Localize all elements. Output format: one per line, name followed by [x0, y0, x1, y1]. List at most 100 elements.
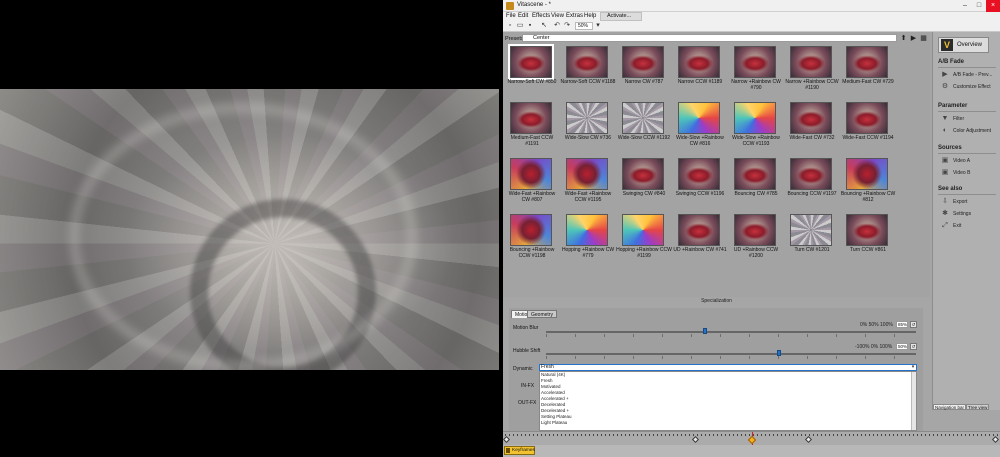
hubble-shift-slider-thumb[interactable] [777, 350, 782, 356]
menu-effects[interactable]: Effects [532, 13, 550, 19]
preset-thumbnail[interactable]: Wide-Fast +Rainbow CCW #1195 [564, 158, 614, 210]
nav-item[interactable]: ⚙ Customize Effect [941, 82, 997, 92]
preset-preview-image [790, 46, 832, 78]
motion-blur-slider-thumb[interactable] [703, 328, 708, 334]
preset-label: Swinging CW #840 [622, 191, 666, 197]
preset-thumbnail[interactable]: Narrow-Soft CW #850 [508, 44, 558, 98]
preset-thumbnail[interactable]: Bouncing +Rainbow CCW #1198 [508, 214, 558, 266]
section-title: Parameter [938, 103, 968, 109]
preset-thumbnail[interactable]: Wide-Slow +Rainbow CCW #1193 [732, 102, 782, 154]
hubble-shift-reset-button[interactable]: ↺ [910, 343, 917, 350]
motion-blur-presets[interactable]: 0% 50% 100% [860, 322, 893, 328]
minimize-button[interactable]: – [958, 0, 972, 12]
motion-blur-reset-button[interactable]: ↺ [910, 321, 917, 328]
new-file-icon[interactable]: ▫ [506, 22, 514, 30]
save-file-icon[interactable]: ▪ [526, 22, 534, 30]
open-file-icon[interactable]: ▭ [516, 22, 524, 30]
preset-thumbnail[interactable]: Bouncing CW #785 [732, 158, 782, 210]
app-icon [506, 2, 514, 10]
preview-frame [0, 89, 499, 370]
maximize-button[interactable]: □ [972, 0, 986, 12]
preset-thumbnail[interactable]: Wide-Slow CW #736 [564, 102, 614, 154]
section-divider [938, 111, 996, 112]
nav-item[interactable]: ◐ Color Adjustment [941, 126, 997, 136]
preset-preview-image [734, 46, 776, 78]
nav-item[interactable]: ⇩ Export [941, 197, 997, 207]
preset-thumbnail[interactable]: UD +Rainbow CW #741 [673, 214, 727, 266]
preset-thumbnail[interactable]: Bouncing CCW #1197 [787, 158, 838, 210]
menu-file[interactable]: File [506, 13, 516, 19]
nav-item-label: Export [953, 199, 968, 205]
nav-item[interactable]: ▶ A/B Fade - Prev... [941, 70, 997, 80]
preset-thumbnail[interactable]: Wide-Fast CCW #1194 [842, 102, 894, 154]
undo-icon[interactable]: ↶ [553, 22, 561, 30]
hubble-shift-slider-track[interactable] [546, 353, 916, 355]
current-keyframe-marker[interactable] [747, 435, 757, 445]
preset-thumbnail[interactable]: Wide-Fast CW #732 [788, 102, 838, 154]
preset-thumbnail[interactable]: Medium-Fast CW #729 [842, 46, 894, 98]
nav-item[interactable]: ▣ Video A [941, 156, 997, 166]
menu-extras[interactable]: Extras [566, 13, 583, 19]
tab-tree-view[interactable]: Tree view [966, 404, 990, 410]
preset-thumbnail[interactable]: Wide-Fast +Rainbow CW #807 [508, 158, 558, 210]
preset-thumbnail[interactable]: Wide-Slow +Rainbow CW #816 [676, 102, 726, 154]
menu-help[interactable]: Help [584, 13, 596, 19]
preset-thumbnail[interactable]: Narrow +Rainbow CCW #1190 [785, 46, 839, 98]
preset-thumbnail[interactable]: Turn CW #1201 [788, 214, 838, 266]
video-preview-panel [0, 0, 503, 457]
chevron-down-icon[interactable]: ▾ [910, 365, 916, 370]
presets-category-select[interactable]: Center [522, 34, 897, 42]
keyframe-marker[interactable] [691, 435, 700, 444]
screen: Vitascene - * – □ × File Edit Effects Vi… [0, 0, 1000, 457]
redo-icon[interactable]: ↷ [563, 22, 571, 30]
dynamic-select[interactable]: Fresh ▾ [539, 364, 917, 371]
menu-view[interactable]: View [551, 13, 564, 19]
dropdown-scrollbar[interactable] [911, 372, 916, 430]
tab-geometry[interactable]: Geometry [527, 310, 557, 318]
close-button[interactable]: × [986, 0, 1000, 12]
preset-thumbnail[interactable]: Swinging CCW #1196 [676, 158, 726, 210]
menu-edit[interactable]: Edit [518, 13, 528, 19]
keyframe-marker[interactable] [804, 435, 813, 444]
vitascene-logo-icon: V [941, 39, 953, 51]
overview-button[interactable]: V Overview [938, 37, 989, 53]
nav-item[interactable]: ✱ Settings [941, 209, 997, 219]
pointer-icon[interactable]: ↖ [540, 22, 548, 30]
preset-thumbnail[interactable]: Hopping +Rainbow CW #779 [562, 214, 614, 266]
nav-item-label: Color Adjustment [953, 128, 992, 134]
motion-blur-slider-track[interactable] [546, 331, 916, 333]
next-icon[interactable]: ▶ [909, 34, 918, 43]
timeline[interactable] [502, 431, 1000, 446]
motion-blur-value[interactable]: 85% [896, 321, 908, 328]
nav-item-label: Video B [953, 170, 971, 176]
keyframe-marker[interactable] [991, 435, 1000, 444]
preset-thumbnail[interactable]: Medium-Fast CCW #1191 [508, 102, 558, 154]
grid-view-icon[interactable]: ▦ [919, 34, 928, 43]
preset-thumbnail[interactable]: Narrow CW #787 [620, 46, 670, 98]
nav-item[interactable]: ⤢ Exit [941, 221, 997, 231]
nav-item[interactable]: ▣ Video B [941, 168, 997, 178]
preset-thumbnail[interactable]: Wide-Slow CCW #1192 [618, 102, 670, 154]
up-arrow-icon[interactable]: ⬆ [899, 34, 908, 43]
out-fx-label: OUT-FX [518, 400, 537, 406]
preset-thumbnail[interactable]: Narrow-Soft CCW #1188 [561, 46, 615, 98]
preset-thumbnail[interactable]: Turn CCW #861 [844, 214, 894, 266]
hubble-shift-presets[interactable]: -100% 0% 100% [855, 344, 892, 350]
preset-thumbnail[interactable]: Bouncing +Rainbow CW #812 [841, 158, 895, 210]
activate-button[interactable]: Activate... [600, 12, 642, 21]
preset-thumbnail[interactable]: Narrow CCW #1189 [676, 46, 726, 98]
zoom-dropdown-icon[interactable]: ▾ [594, 22, 602, 30]
hubble-shift-value[interactable]: 50% [896, 343, 908, 350]
preset-thumbnail[interactable]: Narrow +Rainbow CW #790 [731, 46, 782, 98]
keyframe-marker[interactable] [502, 435, 511, 444]
preset-preview-image [734, 102, 776, 134]
tab-navigation-bar[interactable]: Navigation bar [933, 404, 967, 410]
nav-item[interactable]: ▼ Filter [941, 114, 997, 124]
keyframes-button[interactable]: Keyframes [504, 446, 535, 455]
preset-thumbnail[interactable]: Hopping +Rainbow CCW #1199 [616, 214, 672, 266]
preset-thumbnail[interactable]: UD +Rainbow CCW #1200 [732, 214, 782, 266]
section-title: Sources [938, 145, 962, 151]
preset-thumbnail[interactable]: Swinging CW #840 [620, 158, 670, 210]
zoom-field[interactable]: 50% [575, 22, 593, 30]
dropdown-option[interactable]: Light Plateau [540, 420, 916, 426]
